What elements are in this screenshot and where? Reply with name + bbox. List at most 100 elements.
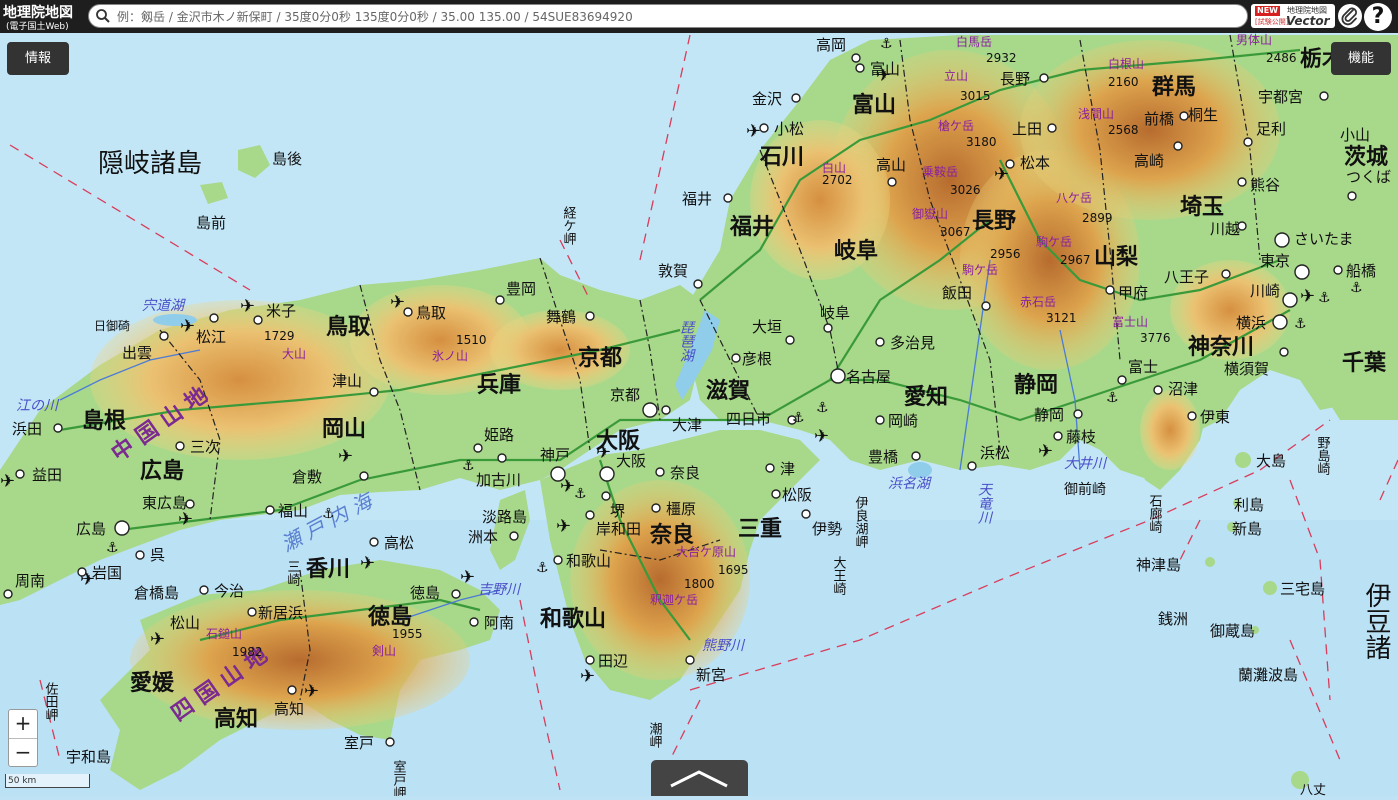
- city-gifu: 岐阜: [820, 304, 850, 322]
- city-kurashiki: 倉敷: [292, 468, 322, 486]
- label-izu-shoto: 伊豆諸: [1361, 582, 1391, 660]
- zoom-out-button[interactable]: −: [9, 739, 37, 767]
- svg-text:2702: 2702: [822, 173, 853, 187]
- city-kawagoe: 川越: [1210, 220, 1240, 238]
- svg-text:3026: 3026: [950, 183, 981, 197]
- mtn-shakagatake: 釈迦ケ岳: [650, 593, 698, 607]
- map-canvas[interactable]: 隠岐諸島 島根 鳥取 岡山 広島 香川 徳島 愛媛 高知 兵庫 京都 大阪 奈良…: [0, 0, 1398, 796]
- city-kumagaya: 熊谷: [1250, 176, 1280, 194]
- zoom-in-button[interactable]: +: [9, 710, 37, 739]
- city-kobe: 神戸: [540, 446, 570, 464]
- city-maizuru: 舞鶴: [546, 308, 576, 326]
- svg-text:✈: ✈: [178, 509, 193, 530]
- city-tokushima: 徳島: [410, 584, 440, 602]
- svg-text:✈: ✈: [1038, 441, 1053, 462]
- city-fujieda: 藤枝: [1066, 428, 1096, 446]
- svg-text:⚓: ⚓: [880, 36, 893, 52]
- pref-shiga: 滋賀: [706, 378, 750, 404]
- city-kyoto: 京都: [610, 386, 640, 404]
- city-hamada: 浜田: [12, 420, 42, 438]
- svg-text:⚓: ⚓: [462, 458, 475, 474]
- city-matsue: 松江: [196, 328, 226, 346]
- svg-text:⚓: ⚓: [792, 410, 805, 426]
- svg-text:✈: ✈: [556, 516, 571, 537]
- city-takasaki: 高崎: [1134, 152, 1164, 170]
- new-badge: NEW: [1255, 6, 1280, 16]
- svg-text:✈: ✈: [876, 65, 891, 86]
- help-button[interactable]: ?: [1364, 3, 1392, 31]
- info-button[interactable]: 情報: [7, 42, 69, 75]
- svg-text:1800: 1800: [684, 577, 715, 591]
- city-maebashi: 前橋: [1144, 110, 1174, 128]
- city-imabari: 今治: [214, 582, 244, 600]
- svg-text:⚓: ⚓: [574, 486, 587, 502]
- city-matsumoto: 松本: [1020, 154, 1050, 172]
- city-yokosuka: 横須賀: [1224, 360, 1269, 378]
- pref-shimane: 島根: [82, 408, 126, 434]
- pref-toyama: 富山: [852, 92, 896, 118]
- cape-mikawa: 三崎: [285, 560, 301, 586]
- search-icon[interactable]: [96, 9, 110, 23]
- pref-kanagawa: 神奈川: [1188, 334, 1254, 360]
- city-ashikaga: 足利: [1256, 120, 1286, 138]
- city-funabashi: 船橋: [1346, 262, 1376, 280]
- cape-iragomisaki: 伊良湖岬: [853, 496, 869, 548]
- search-input[interactable]: [115, 7, 1239, 27]
- search-box[interactable]: [88, 4, 1248, 28]
- city-tsu: 津: [780, 460, 795, 478]
- city-ito: 伊東: [1200, 408, 1230, 426]
- city-tsuyama: 津山: [332, 372, 362, 390]
- isl-oshima: 大島: [1256, 452, 1286, 470]
- svg-text:3776: 3776: [1140, 331, 1171, 345]
- pref-fukui: 福井: [729, 215, 774, 240]
- city-ise: 伊勢: [812, 520, 842, 538]
- mtn-fuji: 富士山: [1112, 314, 1148, 329]
- lake-hamana-label: 浜名湖: [888, 476, 932, 492]
- pref-ishikawa: 石川: [759, 145, 804, 170]
- city-himeji: 姫路: [484, 426, 514, 444]
- cape-omaezaki: 御前崎: [1064, 481, 1106, 498]
- city-fuji: 富士: [1128, 358, 1158, 376]
- mtn-ishizuchi: 石鎚山: [206, 626, 242, 641]
- isl-miyakejima: 三宅島: [1280, 580, 1325, 598]
- city-izumo: 出雲: [122, 344, 152, 362]
- river-tenryu: 天竜川: [976, 482, 992, 524]
- lake-shinji-label: 宍道湖: [142, 298, 186, 314]
- city-komatsu: 小松: [774, 120, 804, 138]
- pref-hiroshima: 広島: [140, 458, 184, 484]
- city-masuda: 益田: [32, 466, 62, 484]
- city-tanabe: 田辺: [598, 652, 628, 670]
- svg-text:✈: ✈: [596, 442, 611, 463]
- cape-daiozaki: 大王崎: [831, 556, 847, 595]
- label-hinomisaki: 日御碕: [94, 318, 130, 333]
- mtn-nantai: 男体山: [1236, 33, 1272, 47]
- paperclip-button[interactable]: [1338, 4, 1362, 28]
- svg-text:⚓: ⚓: [536, 560, 549, 576]
- city-osaka: 大阪: [616, 452, 646, 470]
- vector-map-button[interactable]: NEW 地理院地図 [試験公開] Vector: [1251, 4, 1335, 28]
- app-logo[interactable]: 地理院地図 (電子国土Web): [3, 2, 85, 32]
- svg-text:3067: 3067: [940, 225, 971, 239]
- city-kure: 呉: [150, 546, 165, 564]
- city-shunan: 周南: [15, 572, 45, 590]
- mtn-shirane: 白根山: [1108, 56, 1144, 71]
- header-bar: 地理院地図 (電子国土Web) NEW 地理院地図 [試験公開] Vector …: [0, 0, 1398, 33]
- functions-button[interactable]: 機能: [1331, 42, 1391, 75]
- city-tsuruga: 敦賀: [658, 262, 688, 280]
- svg-text:2160: 2160: [1108, 75, 1139, 89]
- pref-yamanashi: 山梨: [1094, 245, 1138, 270]
- label-oki: 隠岐諸島: [98, 149, 202, 179]
- bottom-panel-toggle[interactable]: [651, 760, 748, 796]
- cape-nojimazaki: 野島崎: [1315, 436, 1331, 475]
- mtn-kaikoma: 駒ケ岳: [1036, 235, 1072, 249]
- land-miyakejima: [1263, 581, 1277, 595]
- mtn-norikura: 乗鞍岳: [922, 164, 958, 179]
- svg-text:2967: 2967: [1060, 253, 1091, 267]
- svg-text:✈: ✈: [80, 569, 95, 590]
- pref-mie: 三重: [738, 517, 782, 542]
- mtn-asama: 浅間山: [1078, 107, 1114, 121]
- city-okazaki: 岡崎: [888, 412, 918, 430]
- city-iida: 飯田: [942, 284, 972, 302]
- city-takaoka: 高岡: [816, 36, 846, 54]
- city-toyooka: 豊岡: [506, 280, 536, 298]
